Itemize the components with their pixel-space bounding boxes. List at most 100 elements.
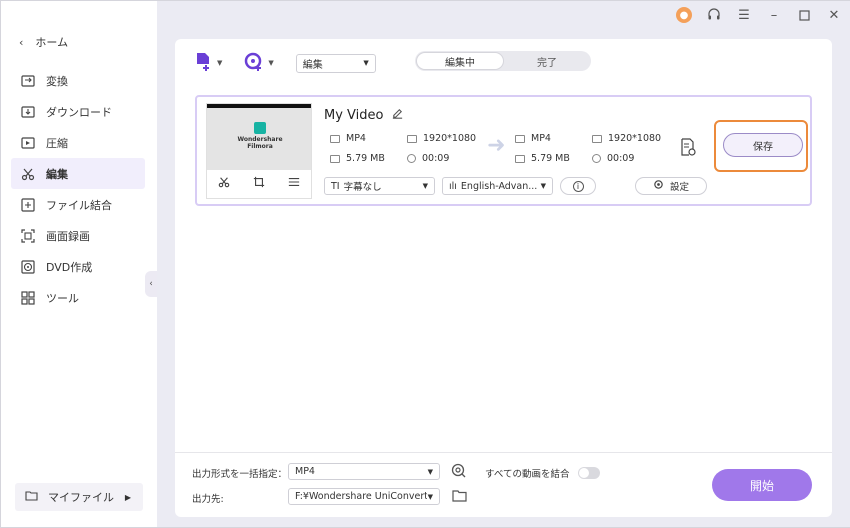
toolbox-icon	[21, 290, 35, 305]
sidebar-item-label: 変換	[46, 74, 68, 88]
sidebar: ‹ ホーム 変換 ダウンロード 圧縮 編集 ファイル結合 画面録画 DVD作成 …	[1, 1, 157, 527]
info-button[interactable]: i	[560, 177, 596, 195]
video-thumbnail: Wondershare Filmora	[206, 103, 312, 199]
caret-down-icon: ▼	[217, 59, 223, 67]
chevron-down-icon: ▼	[427, 492, 433, 501]
video-title: My Video	[324, 108, 384, 123]
tab-completed[interactable]: 完了	[504, 52, 590, 70]
home-back-link[interactable]: ‹ ホーム	[19, 34, 68, 50]
thumbnail-image[interactable]: Wondershare Filmora	[207, 104, 311, 170]
resolution-icon	[407, 134, 417, 143]
add-file-button[interactable]: ▼	[195, 52, 222, 75]
audio-wave-icon: ılı	[449, 180, 457, 192]
effects-list-icon[interactable]	[288, 176, 300, 191]
crop-icon[interactable]	[253, 176, 265, 191]
sidebar-item-dvd[interactable]: DVD作成	[11, 251, 145, 282]
source-format-value: MP4	[346, 133, 366, 144]
sidebar-item-compress[interactable]: 圧縮	[11, 127, 145, 158]
dvd-icon	[21, 259, 35, 274]
status-tabs: 編集中 完了	[415, 51, 591, 71]
app-window: ‹ ホーム 変換 ダウンロード 圧縮 編集 ファイル結合 画面録画 DVD作成 …	[0, 0, 850, 528]
close-icon[interactable]: ✕	[826, 7, 842, 23]
home-label: ホーム	[35, 36, 69, 49]
chevron-left-icon: ‹	[149, 279, 153, 289]
sidebar-item-label: ファイル結合	[46, 198, 112, 212]
merge-all-toggle[interactable]	[578, 467, 600, 479]
audio-track-select[interactable]: ılı English-Advan... ▼	[442, 177, 553, 195]
save-highlight: 保存	[714, 120, 808, 172]
sidebar-collapse-button[interactable]: ‹	[145, 271, 157, 297]
sidebar-item-tools[interactable]: ツール	[11, 282, 145, 313]
folder-icon	[25, 490, 38, 504]
my-files-button[interactable]: マイファイル ▶	[15, 483, 143, 511]
output-path-select[interactable]: F:¥Wondershare UniConverter 1 ▼	[288, 488, 440, 505]
compress-icon	[21, 136, 35, 150]
sidebar-item-label: ツール	[46, 291, 79, 305]
screen-record-icon	[21, 228, 35, 243]
audio-track-value: English-Advan...	[460, 180, 538, 192]
video-title-row: My Video	[324, 107, 404, 124]
folder-size-icon	[330, 154, 340, 163]
output-settings-icon[interactable]	[680, 138, 696, 156]
download-icon	[21, 105, 35, 119]
sidebar-item-label: 編集	[46, 167, 68, 181]
menu-icon[interactable]: ☰	[736, 7, 752, 23]
filmora-logo: Wondershare Filmora	[237, 122, 283, 150]
target-resolution-value: 1920*1080	[608, 133, 662, 144]
subtitle-select[interactable]: TI 字幕なし ▼	[324, 177, 435, 195]
target-resolution: 1920*1080	[592, 133, 661, 144]
sidebar-item-label: ダウンロード	[46, 105, 112, 119]
maximize-icon[interactable]	[796, 7, 812, 23]
sidebar-item-screen-record[interactable]: 画面録画	[11, 220, 145, 251]
subtitle-icon: TI	[331, 180, 340, 192]
add-media-button[interactable]: ▼	[244, 52, 274, 75]
target-size: 5.79 MB	[515, 153, 570, 164]
source-duration-value: 00:09	[422, 153, 450, 164]
format-settings-icon[interactable]	[451, 463, 466, 481]
chevron-down-icon: ▼	[422, 182, 428, 190]
video-format-icon	[330, 134, 340, 143]
output-format-select[interactable]: MP4 ▼	[288, 463, 440, 480]
source-duration: 00:09	[407, 153, 449, 164]
thumb-brand-line1: Wondershare	[237, 136, 283, 143]
output-path-value: F:¥Wondershare UniConverter 1	[295, 491, 427, 502]
headset-support-icon[interactable]	[706, 7, 722, 23]
edit-mode-select[interactable]: 編集 ▼	[295, 53, 376, 73]
user-avatar-icon[interactable]: ●	[676, 7, 692, 23]
settings-gear-icon	[653, 179, 664, 193]
clock-icon	[592, 154, 601, 163]
trim-scissors-icon[interactable]	[218, 176, 230, 191]
filmora-logo-mark-icon	[254, 122, 266, 134]
chevron-down-icon: ▼	[363, 59, 369, 67]
clock-icon	[407, 154, 416, 163]
merge-all-label: すべての動画を結合	[485, 469, 570, 480]
edit-title-icon[interactable]	[391, 107, 404, 124]
video-format-icon	[515, 134, 525, 143]
target-duration-value: 00:09	[607, 153, 635, 164]
open-folder-icon[interactable]	[452, 489, 467, 505]
sidebar-item-label: 圧縮	[46, 136, 68, 150]
chevron-down-icon: ▼	[540, 182, 546, 190]
source-size-value: 5.79 MB	[346, 153, 385, 164]
add-file-icon	[195, 52, 213, 75]
save-button[interactable]: 保存	[723, 133, 803, 157]
sidebar-item-merge[interactable]: ファイル結合	[11, 189, 145, 220]
settings-button[interactable]: 設定	[635, 177, 707, 195]
caret-down-icon: ▼	[268, 59, 274, 67]
chevron-down-icon: ▼	[427, 467, 433, 476]
sidebar-item-edit[interactable]: 編集	[11, 158, 145, 189]
tab-editing[interactable]: 編集中	[416, 52, 504, 70]
minimize-icon[interactable]: –	[766, 7, 782, 23]
sidebar-item-download[interactable]: ダウンロード	[11, 96, 145, 127]
source-resolution-value: 1920*1080	[423, 133, 477, 144]
thumb-brand-line2: Filmora	[247, 143, 273, 150]
sidebar-item-convert[interactable]: 変換	[11, 65, 145, 96]
start-button[interactable]: 開始	[712, 469, 812, 501]
output-path-label: 出力先:	[192, 494, 224, 505]
chevron-right-icon: ▶	[124, 492, 131, 502]
sidebar-item-label: DVD作成	[46, 260, 93, 274]
settings-label: 設定	[669, 182, 689, 193]
main-area: ● ☰ – ✕ ▼ ▼ 編集 ▼ 編集中 完了 Wondershare Film…	[157, 1, 850, 527]
scissors-icon	[21, 167, 35, 181]
subtitle-value: 字幕なし	[343, 182, 382, 193]
